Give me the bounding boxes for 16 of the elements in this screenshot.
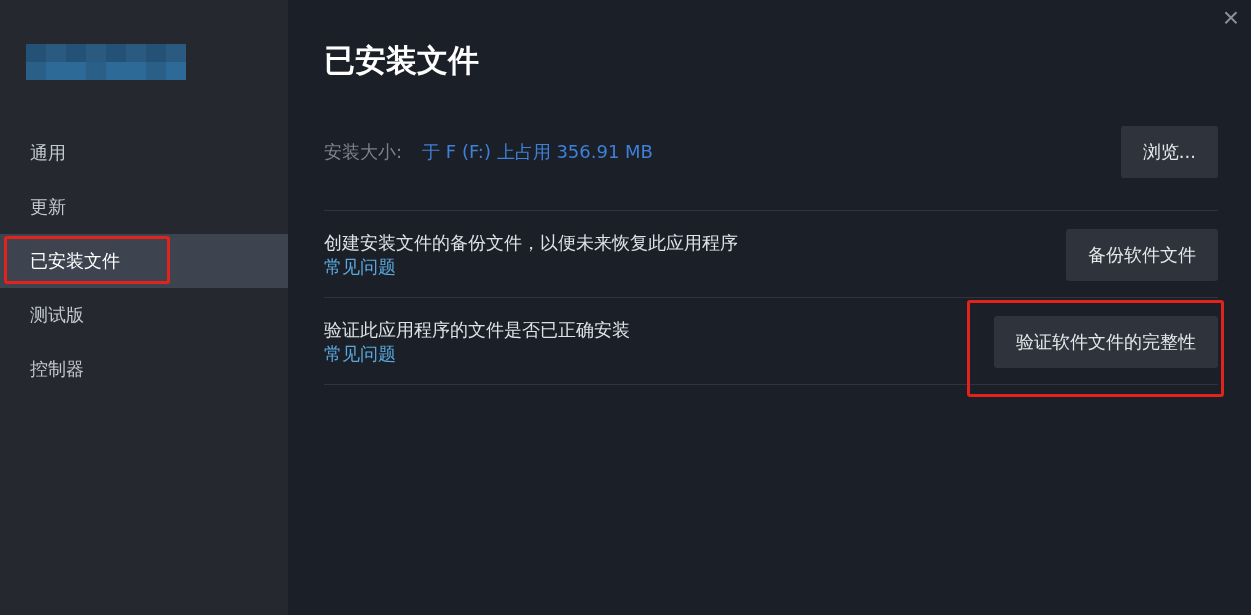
size-value: 于 F (F:) 上占用 356.91 MB [422, 140, 654, 164]
size-label: 安装大小: [324, 140, 403, 164]
action-button[interactable]: 验证软件文件的完整性 [994, 316, 1218, 368]
row-description: 验证此应用程序的文件是否已正确安装 [324, 318, 630, 342]
row-description: 创建安装文件的备份文件，以便未来恢复此应用程序 [324, 231, 738, 255]
sidebar-item[interactable]: 更新 [0, 180, 288, 234]
sidebar-item[interactable]: 测试版 [0, 288, 288, 342]
sidebar-item[interactable]: 控制器 [0, 342, 288, 396]
sidebar-item[interactable]: 已安装文件 [0, 234, 288, 288]
faq-link[interactable]: 常见问题 [324, 255, 396, 279]
page-title: 已安装文件 [324, 41, 479, 80]
close-button[interactable]: × [1218, 2, 1243, 34]
action-button[interactable]: 备份软件文件 [1066, 229, 1218, 281]
browse-button[interactable]: 浏览... [1120, 126, 1218, 178]
faq-link[interactable]: 常见问题 [324, 342, 396, 366]
sidebar-item[interactable]: 通用 [0, 126, 288, 180]
